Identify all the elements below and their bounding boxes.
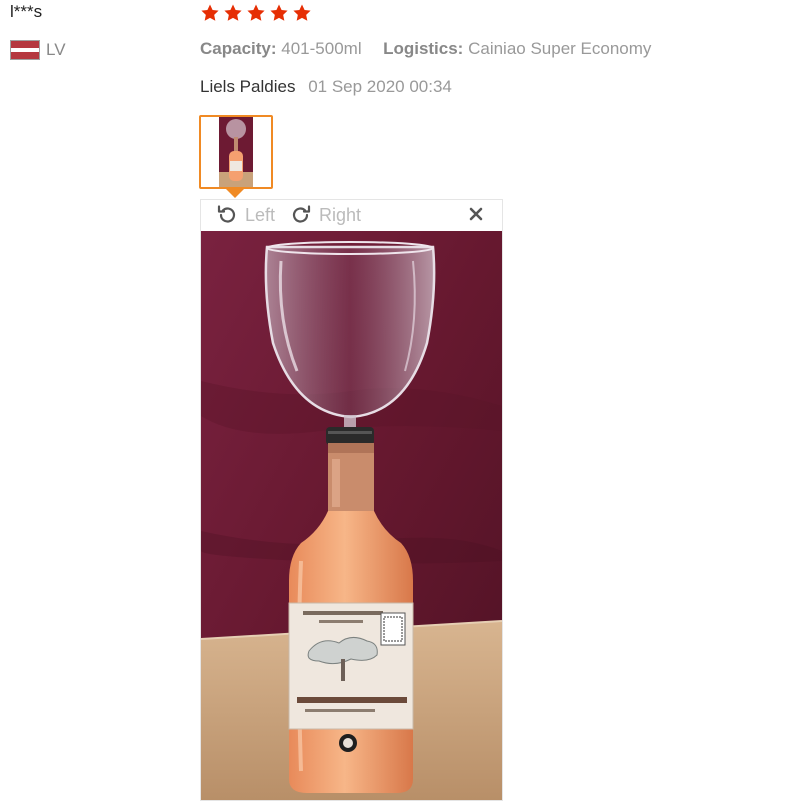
review-photo xyxy=(201,231,502,800)
logistics-value: Cainiao Super Economy xyxy=(468,39,652,58)
rotate-left-icon xyxy=(217,205,236,223)
photo-viewer-toolbar: Left Right xyxy=(201,200,502,230)
star-icon xyxy=(201,4,219,21)
review-text: Liels Paldies xyxy=(200,77,296,96)
star-icon xyxy=(270,4,288,21)
country-code: LV xyxy=(46,40,66,59)
review-photo-thumbnail[interactable] xyxy=(199,115,273,189)
logistics-label: Logistics: xyxy=(383,39,464,58)
close-icon[interactable] xyxy=(466,204,486,224)
reviewer-country: LV xyxy=(10,40,66,60)
rotate-left-label: Left xyxy=(245,204,276,225)
photo-viewer: Left Right xyxy=(200,199,503,801)
sku-attributes: Capacity: 401-500ml Logistics: Cainiao S… xyxy=(200,39,651,59)
rotate-right-button[interactable]: Right xyxy=(289,203,361,227)
rotate-right-icon xyxy=(292,205,311,223)
review-meta: Liels Paldies 01 Sep 2020 00:34 xyxy=(200,77,452,97)
photo-image xyxy=(201,231,502,800)
reviewer-name: l***s xyxy=(10,2,43,21)
rotate-right-label: Right xyxy=(319,204,362,225)
star-rating xyxy=(200,3,312,23)
star-icon xyxy=(293,4,311,21)
thumbnail-image xyxy=(201,117,271,187)
star-icon xyxy=(224,4,242,21)
review-date: 01 Sep 2020 00:34 xyxy=(308,77,452,96)
latvia-flag-icon xyxy=(10,40,40,60)
rotate-left-button[interactable]: Left xyxy=(215,203,275,227)
thumbnail-pointer xyxy=(226,189,244,198)
capacity-label: Capacity: xyxy=(200,39,277,58)
star-icon xyxy=(247,4,265,21)
capacity-value: 401-500ml xyxy=(281,39,362,58)
